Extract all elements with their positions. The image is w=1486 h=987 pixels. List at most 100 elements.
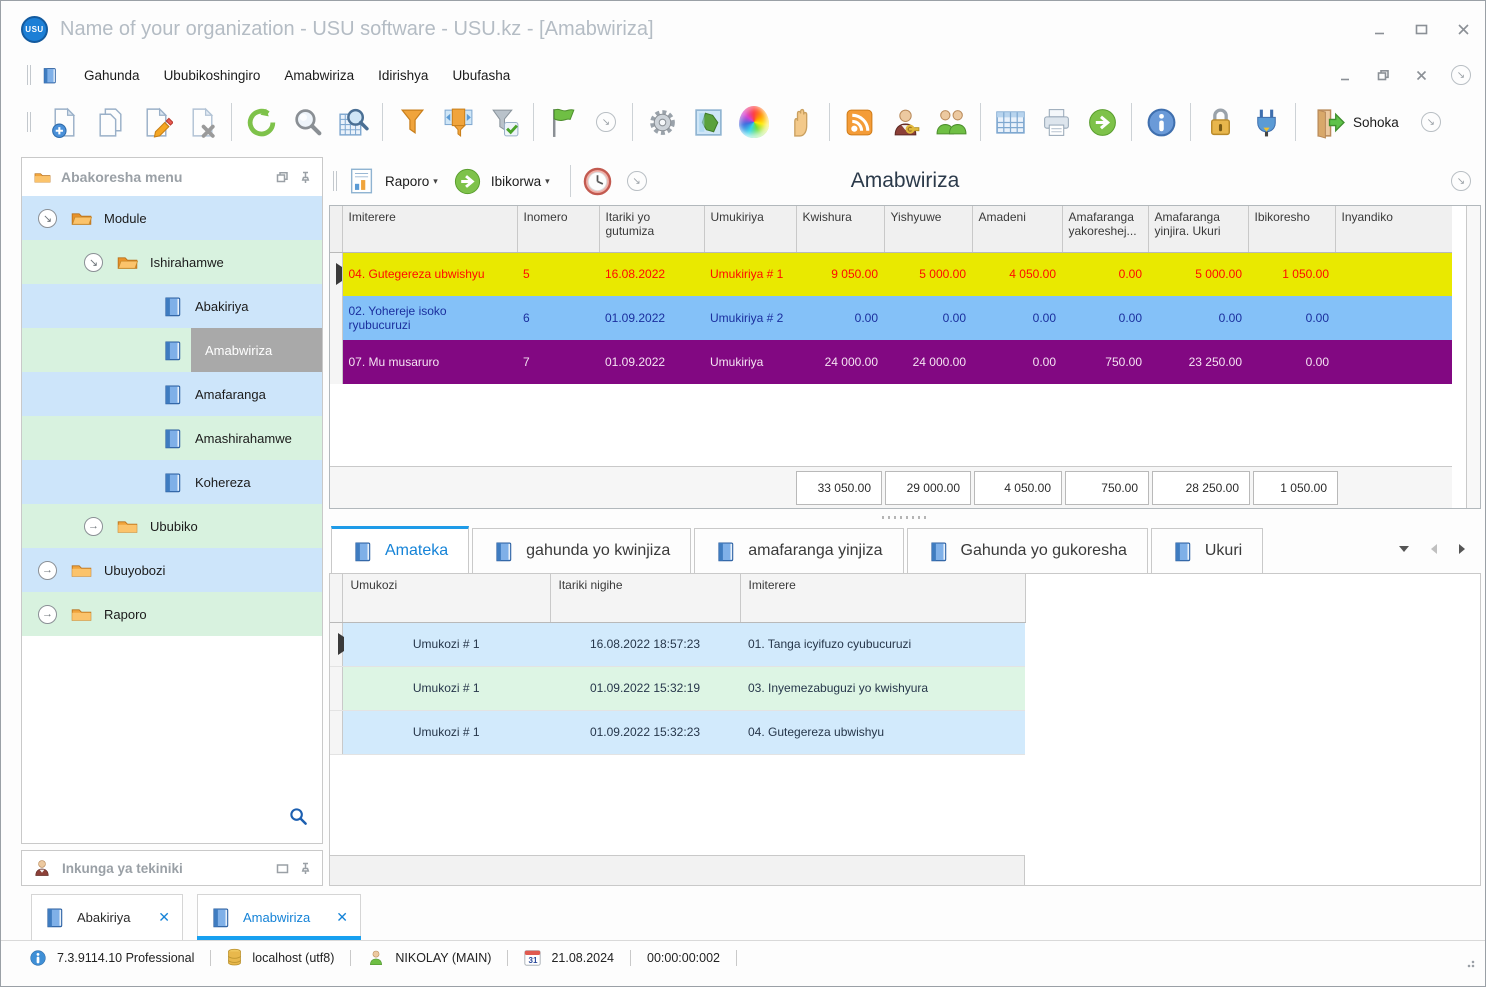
cell[interactable]: 5 000.00 [1148,252,1248,296]
cell[interactable]: 1 050.00 [1248,252,1335,296]
tech-support-panel[interactable]: Inkunga ya tekiniki [21,850,323,886]
close-tab-icon[interactable]: ✕ [158,909,170,926]
tree-item-amashirahamwe[interactable]: Amashirahamwe [22,416,322,460]
table-row[interactable]: 02. Yohereje isoko ryubucuruzi 6 01.09.2… [330,296,1452,340]
cell[interactable]: 24 000.00 [884,340,972,384]
cell[interactable]: 01.09.2022 15:32:23 [550,710,740,755]
cell[interactable]: 23 250.00 [1148,340,1248,384]
tree-item-ububiko[interactable]: → Ububiko [22,504,322,548]
hand-button[interactable] [777,98,823,146]
cell[interactable]: 02. Yohereje isoko ryubucuruzi [342,296,517,340]
window-tab-abakiriya[interactable]: Abakiriya ✕ [31,894,183,940]
settings-button[interactable] [639,98,685,146]
delete-record-button[interactable] [179,98,225,146]
mdi-close-icon[interactable] [1413,67,1429,83]
cell[interactable]: 0.00 [1248,340,1335,384]
cell[interactable] [1335,252,1452,296]
cell[interactable]: 6 [517,296,599,340]
timer-button[interactable] [577,160,619,202]
cell[interactable]: 4 050.00 [972,252,1062,296]
cell[interactable]: 5 [517,252,599,296]
tree-item-module[interactable]: ↘ Module [22,196,322,240]
ibikorwa-button[interactable]: Ibikorwa ▾ [452,166,564,197]
cell[interactable] [1335,340,1452,384]
close-tab-icon[interactable]: ✕ [336,909,348,926]
cell[interactable]: 0.00 [972,340,1062,384]
col-amadeni[interactable]: Amadeni [972,206,1063,253]
tree-item-amabwiriza-selected[interactable]: Amabwiriza [22,328,322,372]
cell[interactable]: 0.00 [1148,296,1248,340]
go-button[interactable] [1079,98,1125,146]
exit-button[interactable]: Sohoka [1302,106,1409,139]
cell[interactable]: 04. Gutegereza ubwishyu [740,710,1025,755]
tree-item-ubuyobozi[interactable]: → Ubuyobozi [22,548,322,592]
lock-button[interactable] [1197,98,1243,146]
support-pin-icon[interactable] [299,862,312,875]
copy-record-button[interactable] [87,98,133,146]
tab-scroll-left-icon[interactable] [1431,544,1437,554]
table-view-button[interactable] [987,98,1033,146]
tab-amateka[interactable]: Amateka [331,526,470,573]
cell[interactable]: 0.00 [796,296,884,340]
cell[interactable]: 03. Inyemezabuguzi yo kwishyura [740,666,1025,711]
cell[interactable]: Umukiriya [704,340,796,384]
filter-button[interactable] [389,98,435,146]
tab-gahunda-yo-kwinjiza[interactable]: gahunda yo kwinjiza [472,528,692,573]
splitter-handle[interactable] [329,509,1481,525]
cell[interactable]: 0.00 [1062,252,1148,296]
col-inomero[interactable]: Inomero [517,206,600,253]
feed-button[interactable] [836,98,882,146]
info-button[interactable] [1138,98,1184,146]
window-tab-amabwiriza[interactable]: Amabwiriza ✕ [197,894,361,940]
cell[interactable]: Umukozi # 1 [342,622,550,667]
colors-button[interactable] [731,98,777,146]
menu-gahunda[interactable]: Gahunda [72,62,152,89]
col-yinjira[interactable]: Amafaranga yinjira. Ukuri [1148,206,1249,253]
cell[interactable]: 7 [517,340,599,384]
col-ibikoresho[interactable]: Ibikoresho [1248,206,1336,253]
cell[interactable]: 01.09.2022 [599,296,704,340]
table-row[interactable]: Umukozi # 1 01.09.2022 15:32:19 03. Inye… [330,666,1025,711]
cell[interactable]: 01.09.2022 15:32:19 [550,666,740,711]
cell[interactable]: 16.08.2022 [599,252,704,296]
user-access-button[interactable] [882,98,928,146]
map-button[interactable] [685,98,731,146]
menu-amabwiriza[interactable]: Amabwiriza [272,62,366,89]
new-record-button[interactable] [41,98,87,146]
tree-item-ishirahamwe[interactable]: ↘ Ishirahamwe [22,240,322,284]
search-button[interactable] [284,98,330,146]
connect-button[interactable] [1243,98,1289,146]
menu-idirishya[interactable]: Idirishya [366,62,440,89]
search-in-table-button[interactable] [330,98,376,146]
edit-record-button[interactable] [133,98,179,146]
col-kwishura[interactable]: Kwishura [796,206,885,253]
menu-grip[interactable] [27,65,31,85]
tree-item-abakiriya[interactable]: Abakiriya [22,284,322,328]
col-itariki[interactable]: Itariki yo gutumiza [599,206,705,253]
cell[interactable]: 9 050.00 [796,252,884,296]
col-umukiriya[interactable]: Umukiriya [704,206,797,253]
flag-button[interactable] [540,98,586,146]
table-row[interactable]: 04. Gutegereza ubwishyu 5 16.08.2022 Umu… [330,252,1452,296]
mdi-restore-icon[interactable] [1375,67,1391,83]
col-itariki-nigihe[interactable]: Itariki nigihe [550,574,741,623]
cell[interactable]: 0.00 [1062,296,1148,340]
menu-ubufasha[interactable]: Ubufasha [440,62,522,89]
cell[interactable]: 16.08.2022 18:57:23 [550,622,740,667]
refresh-button[interactable] [238,98,284,146]
menu-ububikoshingiro[interactable]: Ububikoshingiro [152,62,273,89]
cell[interactable]: 0.00 [972,296,1062,340]
cell[interactable]: 0.00 [884,296,972,340]
panel-restore-icon[interactable] [276,171,289,184]
tab-amafaranga-yinjiza[interactable]: amafaranga yinjiza [694,528,904,573]
raporo-button[interactable]: Raporo ▾ [347,166,452,196]
toolbar-overflow-1-icon[interactable]: ↘ [596,112,616,132]
cell[interactable]: Umukozi # 1 [342,710,550,755]
cell[interactable]: 24 000.00 [796,340,884,384]
col-yakoreshej[interactable]: Amafaranga yakoreshej... [1062,206,1149,253]
detail-toolbar-grip[interactable] [333,171,337,191]
cell[interactable]: Umukiriya # 1 [704,252,796,296]
col-imiterere[interactable]: Imiterere [342,206,518,253]
menubar-overflow-icon[interactable]: ↘ [1451,65,1471,85]
table-row[interactable]: 07. Mu musaruro 7 01.09.2022 Umukiriya 2… [330,340,1452,384]
